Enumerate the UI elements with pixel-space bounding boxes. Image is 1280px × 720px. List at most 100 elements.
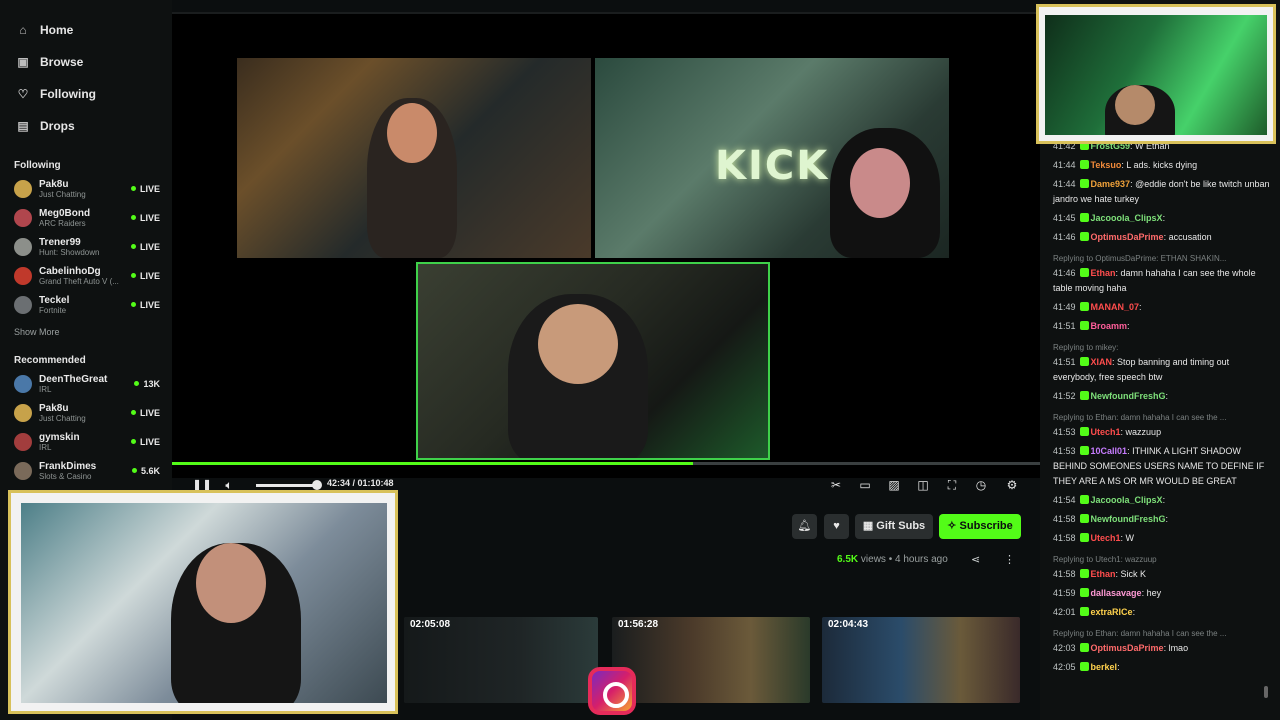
reply-indicator: Replying to mikey: xyxy=(1053,343,1119,352)
badge-icon xyxy=(1079,607,1089,616)
chat-username[interactable]: berkel xyxy=(1091,662,1118,672)
chat-username[interactable]: Ethan xyxy=(1091,569,1116,579)
live-status: LIVE xyxy=(131,300,160,310)
nav-label: Following xyxy=(40,87,96,101)
follow-heart-button[interactable]: ♥ xyxy=(824,514,849,539)
channel-meta: Teckel Fortnite xyxy=(39,295,131,315)
notification-bell-button[interactable]: 🔔︎ xyxy=(792,514,817,539)
reply-indicator: Replying to Utech1: wazzuup xyxy=(1053,555,1157,564)
more-options-icon[interactable]: ⋮ xyxy=(1004,553,1015,566)
video-cam-right: KICK xyxy=(595,58,949,258)
chat-message: 41:51 Broamm: xyxy=(1053,317,1271,336)
chat-text: : xyxy=(1162,213,1166,223)
channel-meta: FrankDimes Slots & Casino xyxy=(39,461,132,481)
chat-username[interactable]: Jacooola_ClipsX xyxy=(1091,213,1163,223)
clip-thumbnail[interactable]: 01:56:28 xyxy=(612,617,810,703)
clip-icon[interactable]: ✂ xyxy=(827,476,845,494)
chat-timestamp: 41:46 xyxy=(1053,232,1076,242)
chat-overlay-icon[interactable]: ▨ xyxy=(885,476,903,494)
sidebar-channel[interactable]: FrankDimes Slots & Casino 5.6K xyxy=(0,456,172,485)
badge-icon xyxy=(1079,643,1089,652)
clip-thumbnail[interactable]: 02:04:43 xyxy=(822,617,1020,703)
fullscreen-icon[interactable]: ⛶ xyxy=(943,476,961,494)
channel-name: FrankDimes xyxy=(39,460,97,472)
channel-name: gymskin xyxy=(39,431,80,443)
volume-knob[interactable] xyxy=(312,480,322,490)
subscribe-button[interactable]: ✧ Subscribe xyxy=(939,514,1021,539)
chat-username[interactable]: dallasavage xyxy=(1091,588,1142,598)
chat-username[interactable]: XIAN xyxy=(1091,357,1113,367)
sidebar-channel[interactable]: Meg0Bond ARC Raiders LIVE xyxy=(0,203,172,232)
sidebar-channel[interactable]: Pak8u Just Chatting LIVE xyxy=(0,398,172,427)
clip-thumbnail[interactable]: 02:05:08 xyxy=(404,617,598,703)
chat-timestamp: 42:03 xyxy=(1053,643,1076,653)
nav-drops[interactable]: ▤ Drops xyxy=(0,110,172,142)
live-status: LIVE xyxy=(131,408,160,418)
theater-icon[interactable]: ▭ xyxy=(856,476,874,494)
sidebar-channel[interactable]: gymskin IRL LIVE xyxy=(0,427,172,456)
chat-username[interactable]: Jacooola_ClipsX xyxy=(1091,495,1163,505)
heart-icon: ♡ xyxy=(17,87,29,101)
channel-name: Meg0Bond xyxy=(39,207,91,219)
chat-username[interactable]: Teksuo xyxy=(1091,160,1122,170)
chat-text: : wazzuup xyxy=(1120,427,1162,437)
live-status: 5.6K xyxy=(132,466,160,476)
badge-icon xyxy=(1079,268,1089,277)
streamer-face xyxy=(196,543,266,623)
chat-username[interactable]: extraRICe xyxy=(1091,607,1133,617)
sidebar-channel[interactable]: Pak8u Just Chatting LIVE xyxy=(0,174,172,203)
speed-icon[interactable]: ◷ xyxy=(972,476,990,494)
chat-text: : xyxy=(1139,302,1142,312)
chat-text: : accusation xyxy=(1163,232,1212,242)
chat-username[interactable]: NewfoundFreshG xyxy=(1091,514,1166,524)
sidebar-channel[interactable]: Trener99 Hunt: Showdown LIVE xyxy=(0,232,172,261)
browse-icon: ▣ xyxy=(17,55,29,69)
clip-duration: 02:04:43 xyxy=(828,619,869,630)
chat-message: 41:58 Ethan: Sick K xyxy=(1053,565,1271,584)
views-count: 6.5K xyxy=(837,554,859,565)
heart-icon: ♥ xyxy=(833,520,840,532)
chat-message: 41:45 Jacooola_ClipsX: xyxy=(1053,209,1271,228)
avatar xyxy=(14,403,32,422)
corner-cam-overlay xyxy=(1036,4,1276,144)
chat-text: : hey xyxy=(1141,588,1162,598)
chat-username[interactable]: 10Call01 xyxy=(1091,446,1128,456)
chat-username[interactable]: OptimusDaPrime xyxy=(1091,643,1164,653)
video-progress-bar[interactable] xyxy=(172,462,1040,465)
channel-category: Just Chatting xyxy=(39,413,86,423)
nav-home[interactable]: ⌂ Home xyxy=(0,14,172,46)
chat-username[interactable]: NewfoundFreshG xyxy=(1091,391,1166,401)
badge-icon xyxy=(1079,514,1089,523)
chat-text: : xyxy=(1127,321,1130,331)
nav-following[interactable]: ♡ Following xyxy=(0,78,172,110)
settings-icon[interactable]: ⚙ xyxy=(1003,476,1021,494)
share-icon[interactable]: ⋖ xyxy=(971,553,980,566)
sidebar-channel[interactable]: Teckel Fortnite LIVE xyxy=(0,290,172,319)
show-more-link[interactable]: Show More xyxy=(0,323,172,341)
nav-browse[interactable]: ▣ Browse xyxy=(0,46,172,78)
chat-username[interactable]: Broamm xyxy=(1091,321,1128,331)
chat-username[interactable]: Utech1 xyxy=(1091,427,1121,437)
pip-icon[interactable]: ◫ xyxy=(914,476,932,494)
chat-message: 41:53 Utech1: wazzuup xyxy=(1053,423,1271,442)
chat-message: 42:05 berkel: xyxy=(1053,658,1271,677)
chat-username[interactable]: Ethan xyxy=(1091,268,1116,278)
avatar xyxy=(14,295,32,314)
chat-username[interactable]: MANAN_07 xyxy=(1091,302,1140,312)
gift-subs-button[interactable]: ▦ Gift Subs xyxy=(855,514,933,539)
volume-slider[interactable] xyxy=(256,484,316,487)
sidebar-channel[interactable]: DeenTheGreat IRL 13K xyxy=(0,369,172,398)
badge-icon xyxy=(1079,662,1089,671)
chat-username[interactable]: OptimusDaPrime xyxy=(1091,232,1164,242)
chat-text: : W xyxy=(1120,533,1135,543)
chat-username[interactable]: Utech1 xyxy=(1091,533,1121,543)
channel-name: CabelinhoDg xyxy=(39,265,101,277)
chat-scrollbar[interactable] xyxy=(1264,686,1268,698)
chat-text: : xyxy=(1165,391,1169,401)
badge-icon xyxy=(1079,533,1089,542)
sidebar-channel[interactable]: CabelinhoDg Grand Theft Auto V (... LIVE xyxy=(0,261,172,290)
chat-message: 41:54 Jacooola_ClipsX: xyxy=(1053,491,1271,510)
avatar xyxy=(14,461,32,480)
chat-message: 41:44 Teksuo: L ads. kicks dying xyxy=(1053,156,1271,175)
chat-username[interactable]: Dame937 xyxy=(1091,179,1131,189)
